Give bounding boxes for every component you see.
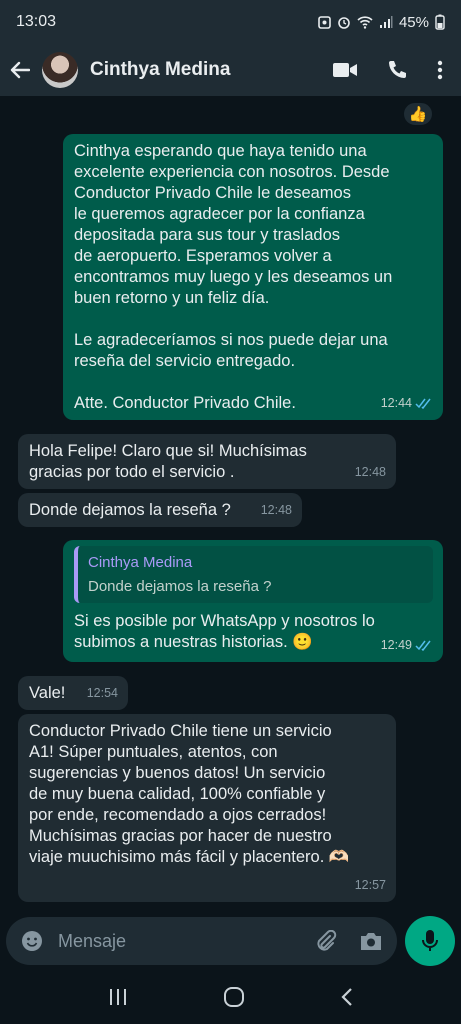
reaction-badge[interactable]: 👍 [403,102,433,126]
message-bubble-outgoing[interactable]: Cinthya esperando que haya tenido una ex… [63,134,443,420]
message-text: Conductor Privado Chile tiene un servici… [29,722,350,866]
message-time: 12:48 [354,465,386,479]
message-input[interactable]: Mensaje [58,931,315,952]
quoted-text: Donde dejamos la reseña ? [88,578,272,595]
more-options-icon[interactable] [437,60,443,80]
signal-icon [379,16,393,28]
quoted-author: Cinthya Medina [88,554,193,571]
avatar[interactable] [42,52,78,88]
message-time: 12:57 [354,878,386,892]
video-call-icon[interactable] [333,62,357,78]
message-meta: 12:49 [381,635,433,656]
battery-level: 45% [398,13,429,31]
voice-call-icon[interactable] [387,60,407,80]
message-time: 12:54 [86,686,118,700]
message-time: 12:48 [260,503,292,517]
chat-messages: 👍 Cinthya esperando que haya tenido una … [0,96,461,912]
attach-icon[interactable] [315,930,337,952]
read-ticks-icon [415,398,431,409]
mic-button[interactable] [405,916,455,966]
mic-icon [422,930,438,951]
wifi-icon [357,16,373,29]
back-icon[interactable] [340,987,354,1007]
camera-icon[interactable] [359,931,383,951]
alarm-icon [338,17,350,29]
message-text: Cinthya esperando que haya tenido una ex… [74,142,393,412]
message-meta: 12:48 [261,500,292,521]
message-bubble-incoming[interactable]: Hola Felipe! Claro que si! Muchísimas gr… [18,434,396,489]
message-text: Hola Felipe! Claro que si! Muchísimas gr… [29,442,307,481]
message-text: Si es posible por WhatsApp y nosotros lo… [74,612,375,651]
chat-header: Cinthya Medina [0,44,461,96]
message-input-container[interactable]: Mensaje [6,917,397,965]
quoted-message[interactable]: Cinthya Medina Donde dejamos la reseña ? [74,546,433,603]
message-time: 12:49 [380,638,412,652]
battery-icon [435,14,445,30]
message-meta: 12:57 [355,875,386,896]
home-icon[interactable] [223,986,245,1008]
system-nav-bar [0,970,461,1024]
message-time: 12:44 [380,396,412,410]
recents-icon[interactable] [108,988,128,1006]
message-meta: 12:54 [87,683,118,704]
message-bubble-incoming[interactable]: Vale! 12:54 [18,676,128,710]
back-arrow-icon[interactable] [10,59,32,81]
message-meta: 12:44 [381,393,433,414]
message-meta: 12:48 [355,462,386,483]
read-ticks-icon [415,640,431,651]
message-text: Donde dejamos la reseña ? [29,501,231,519]
status-time: 13:03 [16,13,57,30]
status-icons: 45% [318,14,445,31]
emoji-icon[interactable] [20,929,44,953]
status-bar: 13:03 45% [0,0,461,44]
message-bubble-incoming[interactable]: Conductor Privado Chile tiene un servici… [18,714,396,902]
contact-name[interactable]: Cinthya Medina [90,59,333,81]
notification-icon [318,16,331,29]
message-bubble-outgoing[interactable]: Cinthya Medina Donde dejamos la reseña ?… [63,540,443,662]
message-composer: Mensaje [0,912,461,970]
message-bubble-incoming[interactable]: Donde dejamos la reseña ? 12:48 [18,493,302,527]
